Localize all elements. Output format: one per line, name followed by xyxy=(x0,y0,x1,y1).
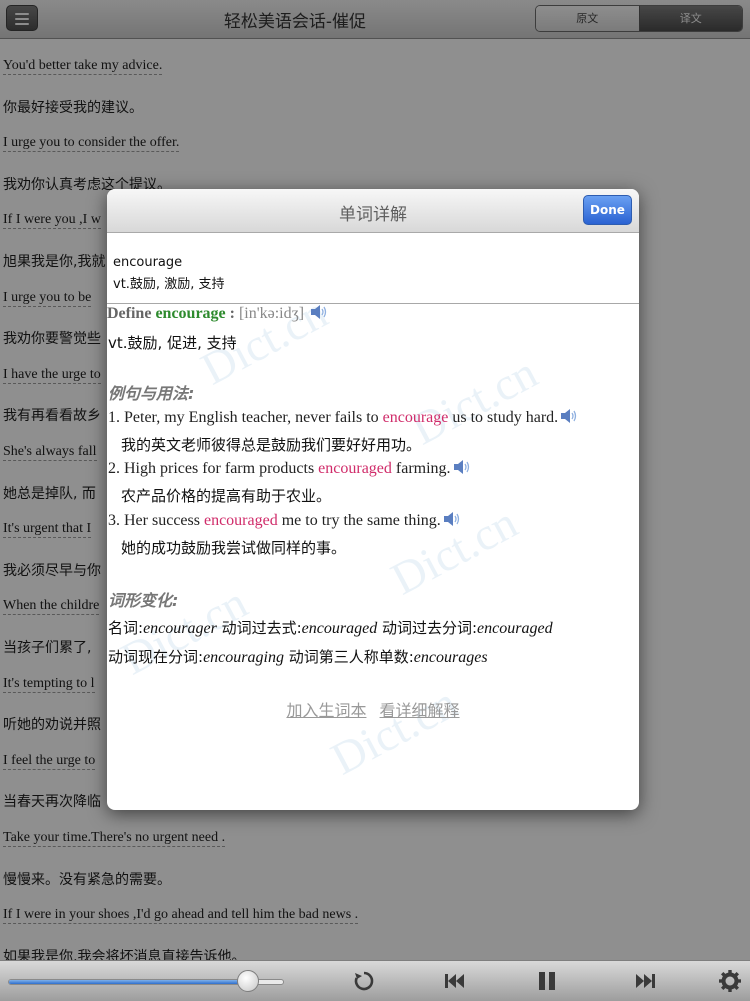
define-word: encourage xyxy=(155,305,226,322)
form-value: encouraged xyxy=(477,620,553,637)
dialog-header: 单词详解 Done xyxy=(107,189,639,233)
definition-cn: vt.鼓励, 促进, 支持 xyxy=(108,334,237,352)
action-links: 加入生词本 看详细解释 xyxy=(107,697,639,721)
example-sentence: 1. Peter, my English teacher, never fail… xyxy=(108,408,578,427)
example-sentence: 3. Her success encouraged me to try the … xyxy=(108,511,461,530)
watermark: Dict.cn xyxy=(322,676,466,785)
phonetic: [in'kə:idʒ] xyxy=(238,305,305,322)
examples-heading: 例句与用法: xyxy=(108,384,195,403)
speaker-icon[interactable] xyxy=(453,459,471,475)
progress-fill xyxy=(9,980,250,984)
example-number: 2. xyxy=(108,460,120,477)
form-value: encourager xyxy=(143,620,217,637)
add-to-wordbook-link[interactable]: 加入生词本 xyxy=(286,701,366,720)
pause-icon[interactable] xyxy=(535,969,559,993)
form-label: 动词过去分词: xyxy=(381,619,478,637)
forms-line: 动词现在分词:encouraging 动词第三人称单数:encourages xyxy=(108,646,488,667)
form-label: 动词第三人称单数: xyxy=(288,648,414,666)
word-summary: encourage vt.鼓励, 激励, 支持 xyxy=(107,233,639,304)
define-label: Define xyxy=(107,305,152,322)
headword-sense: vt.鼓励, 激励, 支持 xyxy=(113,277,225,292)
example-highlight: encouraged xyxy=(318,460,392,477)
speaker-icon[interactable] xyxy=(310,304,328,320)
settings-gear-icon[interactable] xyxy=(718,969,742,993)
watermark: Dict.cn xyxy=(402,346,546,455)
example-translation: 农产品价格的提高有助于农业。 xyxy=(121,487,332,505)
done-button[interactable]: Done xyxy=(583,195,632,225)
form-value: encourages xyxy=(413,649,488,666)
example-text: us to study hard. xyxy=(448,409,559,426)
form-value: encouraged xyxy=(301,620,378,637)
definition-header: Define encourage : [in'kə:idʒ] xyxy=(107,304,328,323)
repeat-icon[interactable] xyxy=(352,969,376,993)
example-text: Her success xyxy=(124,512,204,529)
form-label: 名词: xyxy=(108,619,144,637)
example-text: farming. xyxy=(391,460,451,477)
forms-line: 名词:encourager 动词过去式:encouraged 动词过去分词:en… xyxy=(108,617,553,638)
example-translation: 她的成功鼓励我尝试做同样的事。 xyxy=(121,539,347,557)
view-detail-link[interactable]: 看详细解释 xyxy=(380,701,460,720)
example-highlight: encourage xyxy=(382,409,449,426)
speaker-icon[interactable] xyxy=(560,408,578,424)
dialog-title: 单词详解 xyxy=(339,205,407,225)
speaker-icon[interactable] xyxy=(443,511,461,527)
player-toolbar xyxy=(0,960,750,1001)
example-number: 1. xyxy=(108,409,120,426)
example-number: 3. xyxy=(108,512,120,529)
form-value: encouraging xyxy=(203,649,284,666)
example-sentence: 2. High prices for farm products encoura… xyxy=(108,459,471,478)
example-text: High prices for farm products xyxy=(124,460,319,477)
headword: encourage xyxy=(113,255,183,270)
example-text: me to try the same thing. xyxy=(277,512,441,529)
word-detail-body: Dict.cn Dict.cn Dict.cn Dict.cn Dict.cn … xyxy=(107,287,639,810)
forms-heading: 词形变化: xyxy=(108,591,179,610)
form-label: 动词现在分词: xyxy=(108,648,204,666)
example-highlight: encouraged xyxy=(203,512,278,529)
form-label: 动词过去式: xyxy=(221,619,302,637)
word-detail-dialog: 单词详解 Done encourage vt.鼓励, 激励, 支持 Dict.c… xyxy=(107,189,639,810)
previous-icon[interactable] xyxy=(443,969,467,993)
define-colon: : xyxy=(229,305,235,322)
example-text: Peter, my English teacher, never fails t… xyxy=(124,409,383,426)
progress-thumb[interactable] xyxy=(237,970,260,992)
next-icon[interactable] xyxy=(633,969,657,993)
example-translation: 我的英文老师彼得总是鼓励我们要好好用功。 xyxy=(121,436,422,454)
